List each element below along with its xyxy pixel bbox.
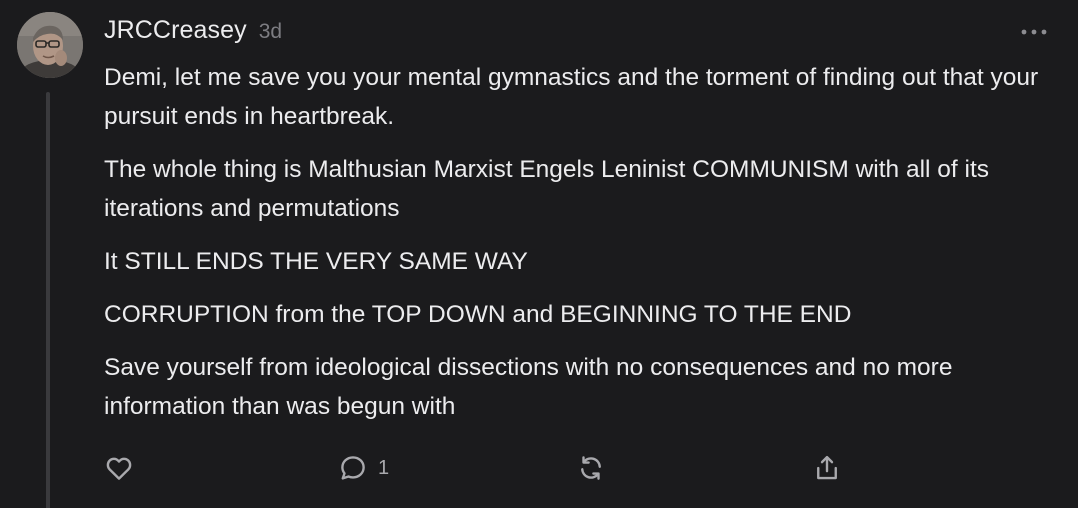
refresh-icon [581, 456, 601, 480]
ellipsis-icon [1021, 29, 1047, 35]
heart-icon [106, 457, 132, 480]
timestamp[interactable]: 3d [259, 20, 282, 44]
comment-paragraph: Demi, let me save you your mental gymnas… [104, 64, 1039, 130]
comment-header: JRCCreasey 3d [104, 16, 282, 52]
share-button[interactable] [812, 450, 842, 486]
comment-paragraph: It STILL ENDS THE VERY SAME WAY [104, 248, 528, 275]
avatar[interactable] [17, 12, 83, 78]
comment-card: JRCCreasey 3d Demi, let me save you your… [0, 0, 1078, 508]
action-bar: 1 [104, 450, 864, 490]
comment-body: Demi, let me save you your mental gymnas… [104, 58, 1064, 440]
like-button[interactable] [104, 450, 134, 486]
more-options-button[interactable] [1018, 22, 1050, 42]
reply-count: 1 [378, 456, 390, 479]
thread-line [46, 92, 50, 508]
comment-paragraph: The whole thing is Malthusian Marxist En… [104, 156, 990, 222]
reply-button[interactable]: 1 [338, 450, 389, 486]
restack-button[interactable] [576, 450, 606, 486]
share-icon [817, 455, 837, 480]
speech-bubble-icon [341, 456, 365, 480]
author-name[interactable]: JRCCreasey [104, 16, 247, 45]
comment-paragraph: CORRUPTION from the TOP DOWN and BEGINNI… [104, 301, 852, 328]
avatar-image [17, 12, 83, 78]
comment-paragraph: Save yourself from ideological dissectio… [104, 354, 953, 420]
